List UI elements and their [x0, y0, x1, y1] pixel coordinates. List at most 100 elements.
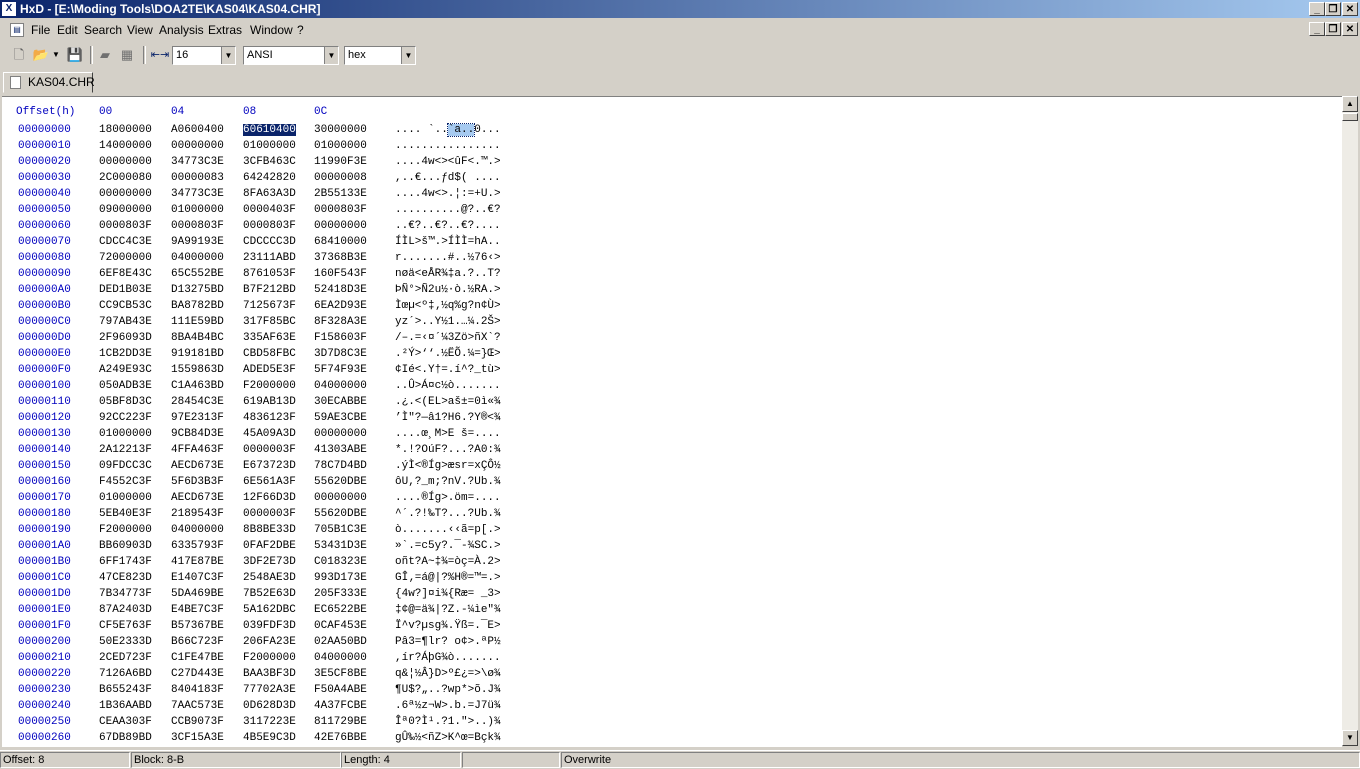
- ascii-text[interactable]: »`.=c5y?.¯-¾SC.>: [395, 540, 501, 552]
- restore-icon[interactable]: ❐: [1325, 2, 1341, 16]
- ascii-text[interactable]: .6ª½z¬W>.b.=J7ü¾: [395, 700, 501, 712]
- hex-group[interactable]: 34773C3E: [171, 188, 224, 200]
- hex-group[interactable]: 28454C3E: [171, 396, 224, 408]
- vertical-scrollbar[interactable]: ▲ ▼: [1342, 96, 1358, 746]
- hex-group[interactable]: 01000000: [314, 140, 367, 152]
- hex-group[interactable]: 205F333E: [314, 588, 367, 600]
- hex-group[interactable]: E4BE7C3F: [171, 604, 224, 616]
- hex-group[interactable]: ADED5E3F: [243, 364, 296, 376]
- scroll-up-icon[interactable]: ▲: [1342, 96, 1358, 112]
- hex-group[interactable]: 5F6D3B3F: [171, 476, 224, 488]
- hex-group[interactable]: 4B5E9C3D: [243, 732, 296, 744]
- hex-group[interactable]: CC9CB53C: [99, 300, 152, 312]
- hex-group[interactable]: 11990F3E: [314, 156, 367, 168]
- ascii-text[interactable]: /–.=‹¤´¼3Zö>ñX`?: [395, 332, 501, 344]
- hex-group[interactable]: 6EF8E43C: [99, 268, 152, 280]
- hex-group[interactable]: 64242820: [243, 172, 296, 184]
- hex-group[interactable]: 30000000: [314, 124, 367, 136]
- hex-group[interactable]: 00000000: [314, 428, 367, 440]
- ascii-text[interactable]: ’Ì"?—â1?H6.?Y®<¾: [395, 412, 501, 424]
- hex-group[interactable]: CCB9073F: [171, 716, 224, 728]
- chevron-down-icon[interactable]: ▼: [401, 47, 415, 64]
- hex-group[interactable]: AECD673E: [171, 460, 224, 472]
- hex-group[interactable]: 5DA469BE: [171, 588, 224, 600]
- hex-group[interactable]: 039FDF3D: [243, 620, 296, 632]
- hex-group[interactable]: 41303ABE: [314, 444, 367, 456]
- bytes-per-row-select[interactable]: 16 ▼: [172, 46, 236, 65]
- hex-group[interactable]: 160F543F: [314, 268, 367, 280]
- hex-group[interactable]: 04000000: [171, 524, 224, 536]
- hex-group-selected[interactable]: 60610400: [242, 123, 297, 137]
- ascii-text[interactable]: ¶U$?„..?wp*>õ.J¾: [395, 684, 501, 696]
- open-ram-icon[interactable]: ▦: [117, 45, 137, 65]
- hxd-icon[interactable]: X: [2, 2, 16, 16]
- hex-group[interactable]: BAA3BF3D: [243, 668, 296, 680]
- ascii-text[interactable]: oñt?A~‡¾=òç=À.2>: [395, 556, 501, 568]
- hex-group[interactable]: B7F212BD: [243, 284, 296, 296]
- hex-group[interactable]: F158603F: [314, 332, 367, 344]
- hex-group[interactable]: 6EA2D93E: [314, 300, 367, 312]
- hex-group[interactable]: 67DB89BD: [99, 732, 152, 744]
- hex-group[interactable]: B57367BE: [171, 620, 224, 632]
- hex-group[interactable]: 8FA63A3D: [243, 188, 296, 200]
- hex-group[interactable]: F50A4ABE: [314, 684, 367, 696]
- hex-group[interactable]: F2000000: [243, 380, 296, 392]
- status-mode[interactable]: Overwrite: [561, 752, 1360, 768]
- hex-group[interactable]: 6FF1743F: [99, 556, 152, 568]
- menu-extras[interactable]: Extras: [208, 23, 242, 37]
- hex-group[interactable]: 993D173E: [314, 572, 367, 584]
- hex-group[interactable]: 5F74F93E: [314, 364, 367, 376]
- hex-group[interactable]: 2B55133E: [314, 188, 367, 200]
- hex-group[interactable]: 0000803F: [171, 220, 224, 232]
- hex-group[interactable]: B655243F: [99, 684, 152, 696]
- hex-group[interactable]: C1FE47BE: [171, 652, 224, 664]
- hex-group[interactable]: 00000000: [171, 140, 224, 152]
- ascii-text[interactable]: Pâ3=¶lr? o¢>.ªP½: [395, 636, 501, 648]
- hex-group[interactable]: 00000000: [314, 492, 367, 504]
- hex-group[interactable]: CDCC4C3E: [99, 236, 152, 248]
- hex-group[interactable]: F4552C3F: [99, 476, 152, 488]
- ascii-text[interactable]: ¢Ié<.Y†=.í^?_tù>: [395, 364, 501, 376]
- hex-group[interactable]: 34773C3E: [171, 156, 224, 168]
- hex-group[interactable]: 0FAF2DBE: [243, 540, 296, 552]
- hex-group[interactable]: 01000000: [99, 428, 152, 440]
- hex-group[interactable]: 0000803F: [314, 204, 367, 216]
- hex-group[interactable]: 05BF8D3C: [99, 396, 152, 408]
- hex-group[interactable]: 3117223E: [243, 716, 296, 728]
- hex-group[interactable]: 6E561A3F: [243, 476, 296, 488]
- ascii-text[interactable]: ..€?..€?..€?....: [395, 220, 501, 232]
- hex-group[interactable]: 7AAC573E: [171, 700, 224, 712]
- hex-group[interactable]: 317F85BC: [243, 316, 296, 328]
- hex-group[interactable]: 12F66D3D: [243, 492, 296, 504]
- hex-group[interactable]: F2000000: [99, 524, 152, 536]
- hex-group[interactable]: 97E2313F: [171, 412, 224, 424]
- hex-group[interactable]: 8B8BE33D: [243, 524, 296, 536]
- ascii-text[interactable]: GÎ‚=á@|?%H®=™=.>: [395, 572, 501, 584]
- hex-group[interactable]: 705B1C3E: [314, 524, 367, 536]
- tab-kas04-chr[interactable]: KAS04.CHR: [3, 72, 95, 93]
- hex-group[interactable]: 18000000: [99, 124, 152, 136]
- document-icon[interactable]: ▤: [10, 23, 24, 37]
- hex-group[interactable]: 3CFB463C: [243, 156, 296, 168]
- ascii-text[interactable]: r.......#..½76‹>: [395, 252, 501, 264]
- ascii-text[interactable]: ÞÑ°>Ñ2u½·ò.½RA.>: [395, 284, 501, 296]
- menu-edit[interactable]: Edit: [57, 23, 78, 37]
- hex-group[interactable]: 45A09A3D: [243, 428, 296, 440]
- hex-group[interactable]: 0D628D3D: [243, 700, 296, 712]
- doc-close-icon[interactable]: ✕: [1342, 22, 1358, 36]
- hex-group[interactable]: 8761053F: [243, 268, 296, 280]
- hex-group[interactable]: EC6522BE: [314, 604, 367, 616]
- hex-group[interactable]: 04000000: [314, 652, 367, 664]
- hex-group[interactable]: 0000003F: [243, 508, 296, 520]
- hex-group[interactable]: 4FFA463F: [171, 444, 224, 456]
- ascii-text[interactable]: q&¦½Â}D>º£¿=>\ø¾: [395, 668, 501, 680]
- hex-group[interactable]: 09FDCC3C: [99, 460, 152, 472]
- hex-editor[interactable]: Offset(h) 00 04 08 0C 00000000 18000000 A0…: [2, 96, 1342, 747]
- hex-group[interactable]: 65C552BE: [171, 268, 224, 280]
- hex-group[interactable]: C27D443E: [171, 668, 224, 680]
- hex-group[interactable]: 6335793F: [171, 540, 224, 552]
- hex-group[interactable]: F2000000: [243, 652, 296, 664]
- hex-group[interactable]: 00000000: [99, 156, 152, 168]
- ascii-text[interactable]: ÍÌL>š™.>ÍÌÌ=hA..: [395, 236, 501, 248]
- hex-group[interactable]: D13275BD: [171, 284, 224, 296]
